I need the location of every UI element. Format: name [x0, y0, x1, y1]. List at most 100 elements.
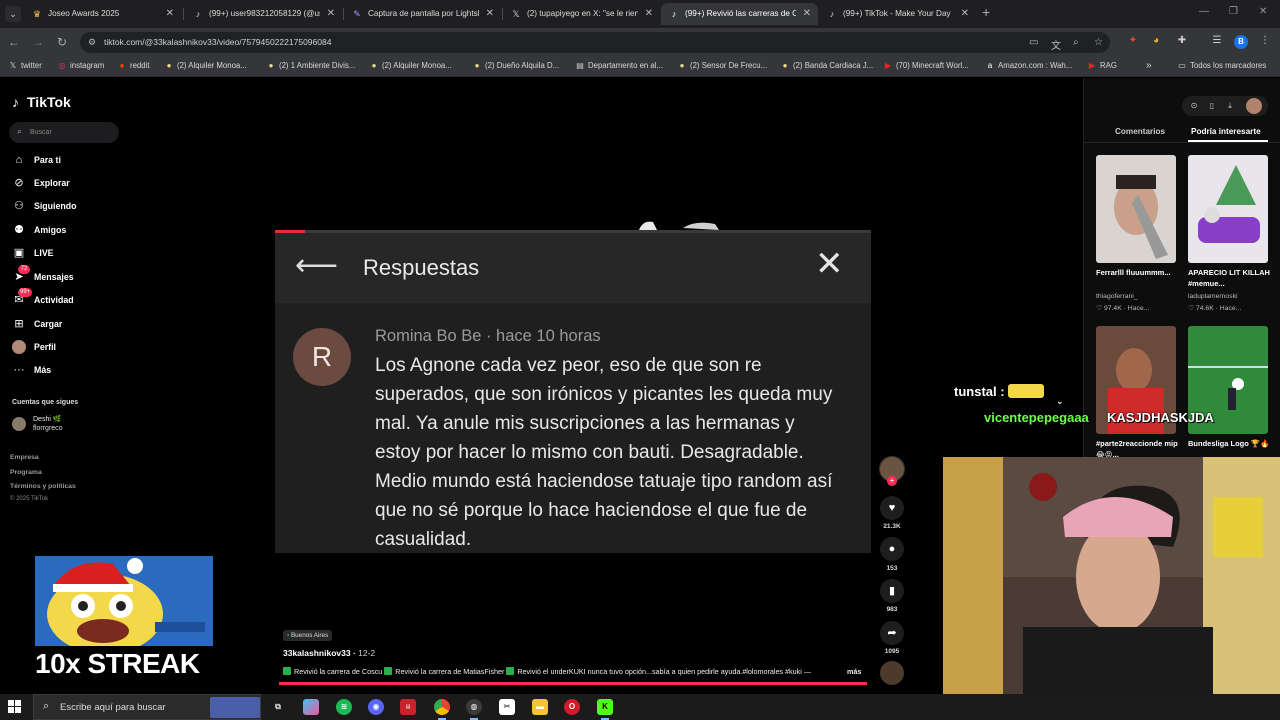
zoom-icon[interactable]: ⌕: [1073, 37, 1079, 48]
nav-siguiendo[interactable]: ⚇ Siguiendo: [0, 196, 130, 216]
opera-icon[interactable]: O: [564, 699, 580, 715]
bookmark-listing[interactable]: ● (2) Alquiler Monoa...: [164, 56, 247, 76]
bookmark-listing[interactable]: ● (2) Banda Cardiaca J...: [780, 56, 874, 76]
translate-icon[interactable]: 文: [1051, 37, 1061, 52]
tab-x-post[interactable]: 𝕏 (2) tupapiyego en X: "se le rien ✕: [503, 3, 660, 25]
nav-perfil[interactable]: Perfil: [0, 337, 130, 357]
new-tab-button[interactable]: +: [982, 4, 990, 20]
amazon-icon: a: [987, 61, 993, 70]
close-icon[interactable]: ✕: [645, 3, 653, 25]
tab-joseo-awards[interactable]: ♛ Joseo Awards 2025 ✕: [24, 3, 181, 25]
extension-color-icon[interactable]: ◕: [1150, 35, 1162, 47]
location-tag[interactable]: ▪ Buenos Aires: [283, 630, 333, 641]
bookmark-listing[interactable]: ● (2) Sensor De Frecu...: [677, 56, 768, 76]
restore-icon[interactable]: ❐: [1229, 6, 1238, 17]
install-icon[interactable]: ▭: [1029, 37, 1038, 48]
kebab-menu-icon[interactable]: ⋮: [1259, 35, 1271, 47]
task-view-icon[interactable]: ⧉: [270, 699, 286, 715]
news-app-icon[interactable]: ▤: [400, 699, 416, 715]
bookmark-amazon[interactable]: a Amazon.com : Wah...: [985, 56, 1072, 76]
bookmark-rag[interactable]: ▶ RAG: [1087, 56, 1117, 76]
tiktok-logo[interactable]: ♪ TikTok: [12, 94, 71, 110]
bookmark-star-icon[interactable]: ☆: [1094, 37, 1103, 48]
tab-tiktok-user[interactable]: ♪ (99+) user983212058129 (@use ✕: [185, 3, 342, 25]
kick-icon[interactable]: K: [597, 699, 613, 720]
tab-tiktok-video-active[interactable]: ♪ (99+) Revivió las carreras de Co ✕: [661, 3, 818, 25]
caption-author[interactable]: 33kalashnikov33 · 12-2: [283, 648, 375, 658]
close-icon[interactable]: ✕: [815, 247, 844, 281]
bookmark-icon[interactable]: ▮: [880, 579, 904, 603]
chrome-icon[interactable]: [434, 699, 450, 720]
nav-para-ti[interactable]: ⌂ Para ti: [0, 150, 130, 170]
file-explorer-icon[interactable]: ▬: [532, 699, 548, 715]
address-bar[interactable]: ⚙ tiktok.com/@33kalashnikov33/video/7579…: [80, 32, 1110, 53]
tab-search-button[interactable]: ⌄: [5, 6, 21, 22]
tab-tiktok-home[interactable]: ♪ (99+) TikTok - Make Your Day ✕: [819, 3, 976, 25]
nav-amigos[interactable]: ⚉ Amigos: [0, 220, 130, 240]
spotify-icon[interactable]: ≋: [336, 699, 352, 715]
window-close-icon[interactable]: ✕: [1259, 6, 1267, 17]
download-icon[interactable]: ⤓: [1224, 100, 1236, 112]
close-icon[interactable]: ✕: [327, 3, 335, 25]
nav-mas[interactable]: ··· Más: [0, 360, 130, 380]
back-icon[interactable]: ←: [6, 34, 22, 50]
discord-icon[interactable]: ◉: [368, 699, 384, 715]
bookmark-reddit[interactable]: ● reddit: [117, 56, 150, 76]
bookmarks-overflow[interactable]: »: [1146, 56, 1152, 76]
close-icon[interactable]: ✕: [961, 3, 969, 25]
like-heart-icon[interactable]: ♥: [880, 496, 904, 520]
extensions-puzzle-icon[interactable]: ✚: [1176, 35, 1188, 47]
tab-comentarios[interactable]: Comentarios: [1115, 127, 1165, 136]
follow-plus-icon[interactable]: +: [887, 476, 897, 486]
windows-start-icon[interactable]: [8, 700, 22, 714]
chevron-down-icon[interactable]: ⌄: [1056, 396, 1064, 407]
bookmark-listing[interactable]: ● (2) 1 Ambiente Divis...: [266, 56, 356, 76]
friends-icon: ⚉: [14, 224, 24, 236]
caption-more-link[interactable]: más: [847, 667, 861, 676]
back-arrow-icon[interactable]: ⟵: [295, 251, 338, 281]
reddit-icon: ●: [119, 61, 125, 70]
all-bookmarks[interactable]: ▭ Todos los marcadores: [1177, 56, 1266, 76]
footer-programa[interactable]: Programa: [10, 469, 42, 476]
commenter-avatar[interactable]: R: [293, 328, 351, 386]
crown-icon: ♛: [32, 9, 42, 19]
extension-fox-icon[interactable]: ✦: [1127, 35, 1139, 47]
bookmark-instagram[interactable]: ◎ instagram: [57, 56, 105, 76]
footer-terminos[interactable]: Términos y políticas: [10, 483, 76, 490]
bookmark-listing[interactable]: ▤ Departamento en al...: [575, 56, 663, 76]
tiktok-search-input[interactable]: ⌕ Buscar: [9, 122, 119, 143]
nav-actividad[interactable]: ✉ 99+ Actividad: [0, 288, 130, 310]
nav-live[interactable]: ▣ LIVE: [0, 243, 130, 263]
minimize-icon[interactable]: —: [1199, 6, 1209, 17]
site-info-icon[interactable]: ⚙: [88, 37, 99, 48]
settings-icon[interactable]: ⊙: [1188, 100, 1200, 112]
video-scrubber[interactable]: [279, 682, 867, 685]
share-arrow-icon[interactable]: ➦: [880, 621, 904, 645]
comment-bubble-icon[interactable]: ●: [880, 537, 904, 561]
obs-icon[interactable]: ◍: [466, 699, 482, 720]
bookmark-listing[interactable]: ● (2) Dueño Alquila D...: [472, 56, 560, 76]
bookmark-listing[interactable]: ● (2) Alquiler Monoa...: [369, 56, 452, 76]
phone-icon[interactable]: ▯: [1206, 100, 1218, 112]
reload-icon[interactable]: ↻: [54, 34, 70, 50]
taskbar-search-input[interactable]: ⌕ Escribe aquí para buscar: [33, 694, 261, 720]
close-icon[interactable]: ✕: [166, 3, 174, 25]
nav-mensajes[interactable]: ➤ 72 Mensajes: [0, 265, 130, 287]
nav-explorar[interactable]: ⊘ Explorar: [0, 173, 130, 193]
nav-cargar[interactable]: ⊞ Cargar: [0, 314, 130, 334]
close-icon[interactable]: ✕: [486, 3, 494, 25]
following-account[interactable]: Deshi 🌿 florrgreco: [12, 414, 122, 434]
profile-avatar[interactable]: B: [1234, 35, 1248, 49]
close-icon[interactable]: ✕: [803, 3, 811, 25]
bookmark-youtube[interactable]: ▶ (70) Minecraft Worl...: [883, 56, 969, 76]
footer-empresa[interactable]: Empresa: [10, 454, 39, 461]
tab-lightshot[interactable]: ✎ Captura de pantalla por Lightsh ✕: [344, 3, 501, 25]
capcut-icon[interactable]: ✂: [499, 699, 515, 715]
music-disc-icon[interactable]: [880, 661, 904, 685]
bookmark-twitter[interactable]: 𝕏twitter: [8, 56, 42, 76]
tab-podria-interesarte[interactable]: Podría interesarte: [1191, 127, 1261, 136]
avatar[interactable]: [1246, 98, 1262, 114]
copilot-icon[interactable]: [303, 699, 319, 715]
forward-icon[interactable]: →: [30, 34, 46, 50]
reading-list-icon[interactable]: ☰: [1211, 35, 1223, 47]
